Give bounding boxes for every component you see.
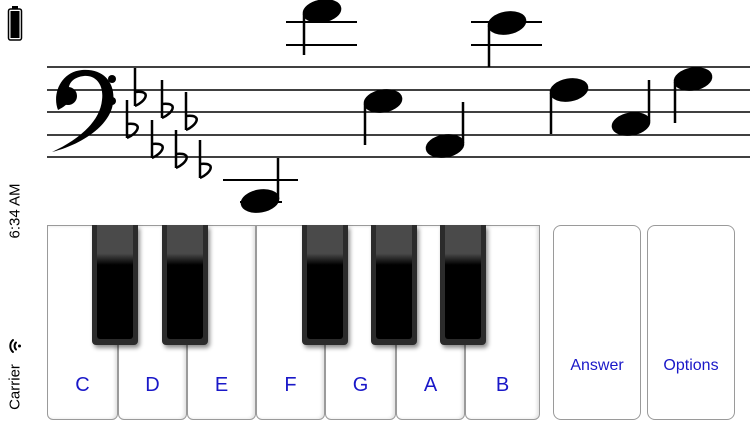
key-label-f: F [284, 374, 297, 396]
black-key-d-sharp[interactable] [162, 225, 208, 345]
answer-button[interactable]: Answer [553, 225, 641, 420]
bass-clef-icon [52, 69, 116, 152]
key-label-c: C [75, 374, 90, 396]
key-label-b: B [495, 374, 510, 396]
black-key-g-sharp[interactable] [371, 225, 417, 345]
key-label-d: D [145, 374, 160, 396]
wifi-icon [9, 339, 21, 353]
key-label-a: A [423, 374, 438, 396]
key-label-g: G [352, 374, 369, 396]
black-key-c-sharp[interactable] [92, 225, 138, 345]
status-carrier: Carrier [6, 364, 24, 410]
key-signature-flats [125, 68, 212, 180]
key-label-e: E [214, 374, 229, 396]
answer-button-label: Answer [570, 357, 624, 374]
notes [223, 0, 713, 213]
options-button-label: Options [663, 357, 719, 374]
black-key-a-sharp[interactable] [440, 225, 486, 345]
black-key-f-sharp[interactable] [302, 225, 348, 345]
options-button[interactable]: Options [647, 225, 735, 420]
music-staff [47, 0, 750, 213]
